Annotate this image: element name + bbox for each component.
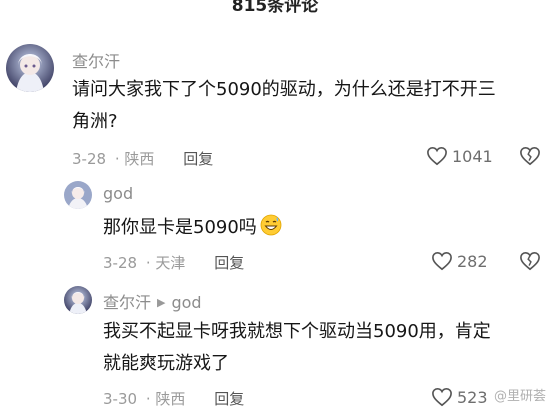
reply-button[interactable]: 回复	[183, 150, 213, 168]
dislike-button[interactable]	[519, 146, 541, 170]
broken-heart-icon	[520, 146, 540, 166]
comment-text-line: 就能爽玩游戏了	[103, 353, 229, 374]
comment-location: 陕西	[124, 150, 155, 168]
like-count: 282	[457, 251, 488, 271]
comment-meta: 3-28 · 陕西 回复	[72, 150, 214, 168]
reply-button[interactable]: 回复	[214, 254, 244, 272]
username[interactable]: god	[103, 184, 133, 203]
watermark: @里研荟	[493, 389, 546, 404]
like-button[interactable]: 523	[431, 387, 488, 407]
avatar[interactable]	[64, 181, 92, 209]
heart-icon	[432, 251, 452, 271]
comment-date: 3-28	[103, 254, 138, 272]
comment-text-line: 我买不起显卡呀我就想下个驱动当5090用，肯定	[103, 321, 491, 342]
like-count: 523	[457, 387, 488, 407]
dislike-button[interactable]	[519, 251, 541, 275]
reply-button[interactable]: 回复	[214, 390, 244, 408]
comment-date: 3-28	[72, 150, 107, 168]
grin-sweat-emoji-icon	[260, 214, 282, 247]
reply-arrow-icon: ▶	[157, 296, 166, 309]
comment-meta: 3-30 · 陕西 回复	[103, 390, 245, 408]
comment-text-line: 角洲?	[72, 111, 118, 132]
comment-text-line: 那你显卡是5090吗	[103, 217, 257, 238]
reply-username-line: 查尔汗 ▶ god	[103, 289, 202, 313]
comment-text-line: 请问大家我下了个5090的驱动，为什么还是打不开三	[72, 79, 496, 100]
like-button[interactable]: 282	[431, 251, 488, 271]
comment-text: 请问大家我下了个5090的驱动，为什么还是打不开三 角洲?	[72, 74, 496, 138]
avatar[interactable]	[64, 286, 92, 314]
comment-location: 天津	[155, 254, 186, 272]
comment-date: 3-30	[103, 390, 138, 408]
broken-heart-icon	[520, 251, 540, 271]
like-button[interactable]: 1041	[426, 146, 493, 166]
comment-text: 我买不起显卡呀我就想下个驱动当5090用，肯定 就能爽玩游戏了	[103, 316, 491, 380]
heart-icon	[427, 146, 447, 166]
username[interactable]: 查尔汗	[72, 48, 120, 72]
comment-location: 陕西	[155, 390, 186, 408]
username[interactable]: 查尔汗	[103, 293, 151, 312]
reply-to-username[interactable]: god	[171, 293, 201, 312]
comment-meta: 3-28 · 天津 回复	[103, 254, 245, 272]
avatar[interactable]	[6, 44, 54, 92]
like-count: 1041	[452, 146, 493, 166]
heart-icon	[432, 387, 452, 407]
comment-count-title: 815条评论	[231, 0, 319, 16]
comment-text: 那你显卡是5090吗	[103, 212, 282, 247]
